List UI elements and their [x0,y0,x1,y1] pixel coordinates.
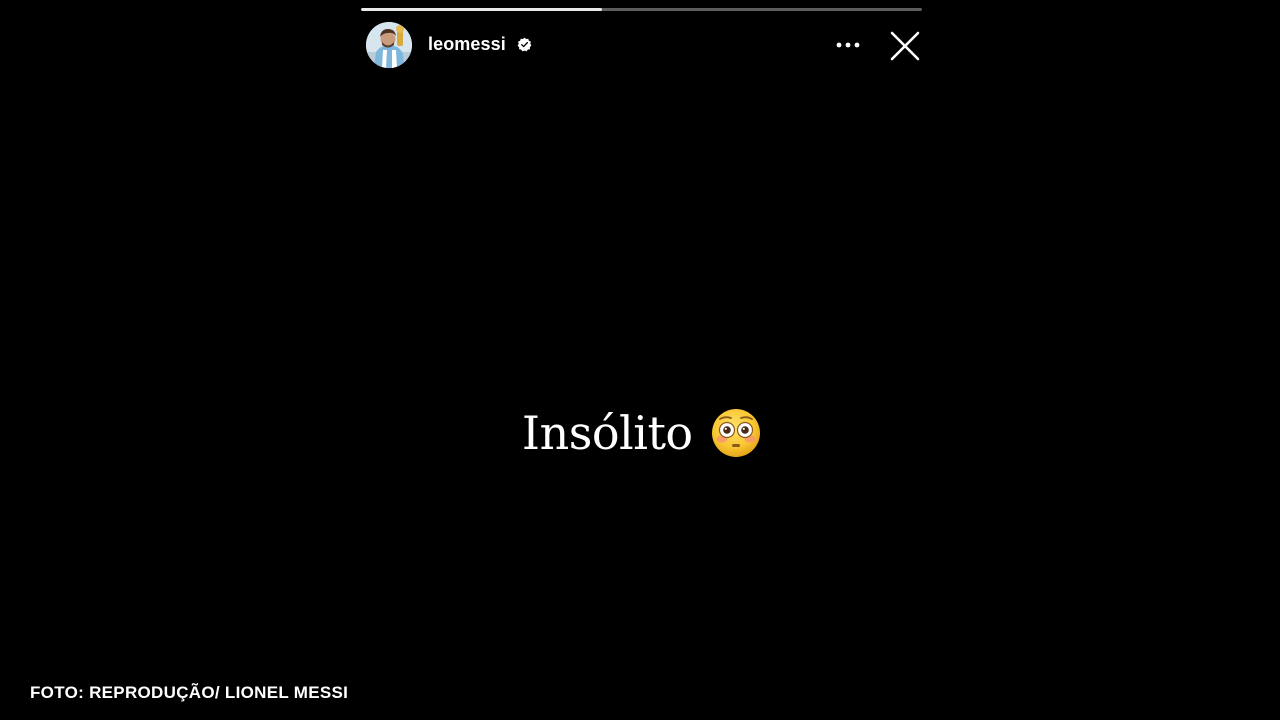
story-progress-bar [361,8,922,11]
more-options-icon [836,42,860,48]
story-username[interactable]: leomessi [428,34,506,55]
story-text: Insólito [521,406,693,460]
more-options-button[interactable] [833,33,863,57]
story-header: leomessi [361,22,922,70]
story-viewer: leomessi Insólito [361,0,922,720]
close-button[interactable] [888,29,922,63]
photo-credit-caption: FOTO: REPRODUÇÃO/ LIONEL MESSI [30,683,349,702]
close-icon [890,31,920,61]
avatar-image [366,22,412,68]
avatar[interactable] [366,22,412,68]
verified-badge-icon [517,37,532,52]
story-progress-fill [361,8,603,11]
flushed-face-emoji [712,409,761,457]
story-content: Insólito [361,406,922,460]
